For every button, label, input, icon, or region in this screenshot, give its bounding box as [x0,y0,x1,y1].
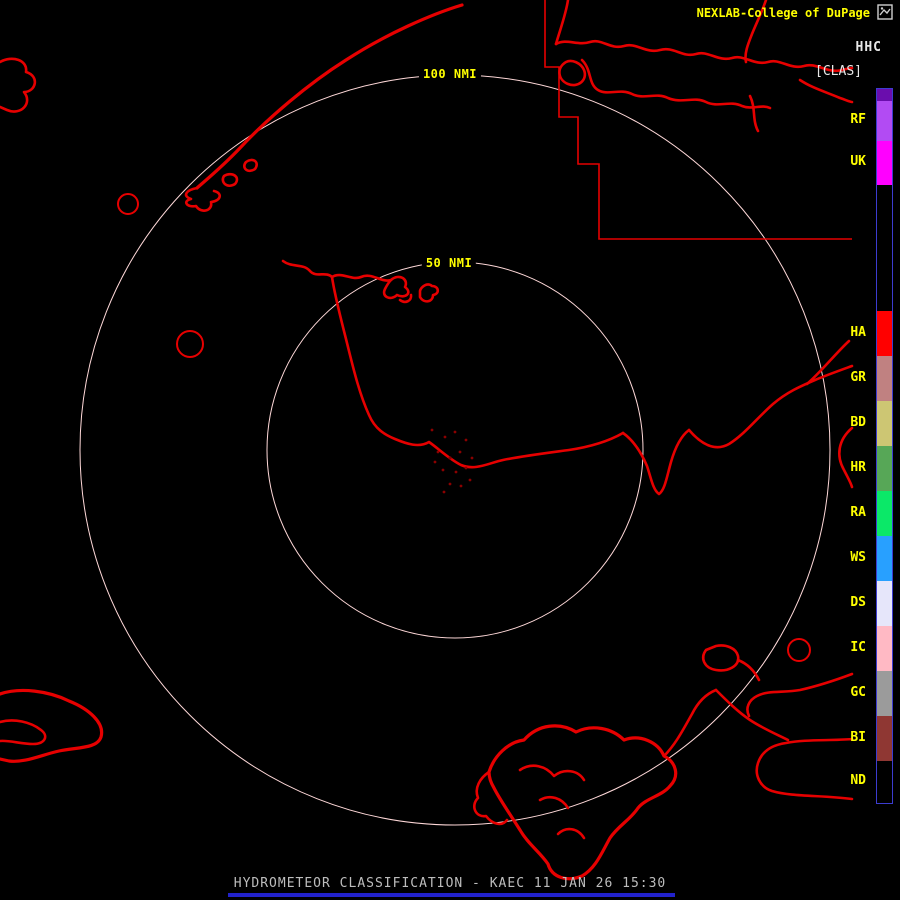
west-edge-blob [0,57,37,113]
south-island-inner-a [518,764,586,782]
se-lower-coast [755,737,854,801]
brand-logo-icon [877,4,893,20]
range-label-50nmi: 50 NMI [421,256,477,270]
legend-segment-rf [877,101,892,141]
legend-segment-gc [877,671,892,716]
se-spur-down [714,688,790,742]
se-edge-line [746,672,854,718]
state-borders [544,0,852,240]
west-island-ring-b [176,330,204,358]
ne-coast-blob [558,59,587,87]
coastline-main-south [330,275,625,469]
legend-segment-blank [877,185,892,311]
range-ring-50nmi [266,261,644,639]
se-connector [736,658,761,682]
ne-coast-descender [748,94,760,133]
south-island-spur [662,688,718,758]
legend-segment-ds [877,581,892,626]
ne-coast-band-lower [580,58,772,110]
se-blob [702,644,740,672]
border-step-path [544,0,852,240]
legend-segment-uk [877,141,892,185]
ne-coast-corner [798,78,854,104]
radar-map-canvas [0,0,854,881]
inlet-islet-a [418,283,440,303]
coastline-branch-ne [805,339,851,386]
legend-segment-nd [877,761,892,803]
product-title: HYDROMETEOR CLASSIFICATION - KAEC 11 JAN… [233,876,667,891]
legend-segment-bi [877,716,892,761]
coastline-arc-end-cluster [184,186,221,212]
islet-a [221,172,239,187]
legend-segment-gr [877,356,892,401]
east-edge-wiggle [838,426,854,489]
ne-coast-band [554,39,854,73]
islet-b [243,158,258,173]
legend-segment-ic [877,626,892,671]
legend-segment-ra [877,491,892,536]
range-ring-100nmi [79,74,831,826]
legend-mode: [CLAS] [815,64,862,79]
ne-coast-from-top [554,0,570,46]
se-island-ring [787,638,811,662]
sw-island-outline [0,688,104,763]
south-island-inner-b [538,795,570,810]
brand-text: NEXLAB-College of DuPage [696,6,870,20]
range-label-100nmi: 100 NMI [418,67,482,81]
radar-display: 100 NMI 50 NMI NEXLAB-College of DuPage … [0,0,900,900]
range-rings [79,74,831,826]
legend-segment-ha [877,311,892,356]
coastlines [0,0,854,881]
legend-color-bar [876,88,893,804]
legend-segment-blank [877,89,892,101]
legend-product-code: HHC [855,40,882,55]
footer-underline [228,893,675,897]
west-island-ring-a [117,193,139,215]
legend-segment-bd [877,401,892,446]
legend-segment-ws [877,536,892,581]
south-island-inner-c [556,827,586,840]
coastline-inlet-top [281,259,393,282]
legend-segment-hr [877,446,892,491]
sw-island-inner [0,719,47,746]
coastline-peninsula [621,428,691,496]
